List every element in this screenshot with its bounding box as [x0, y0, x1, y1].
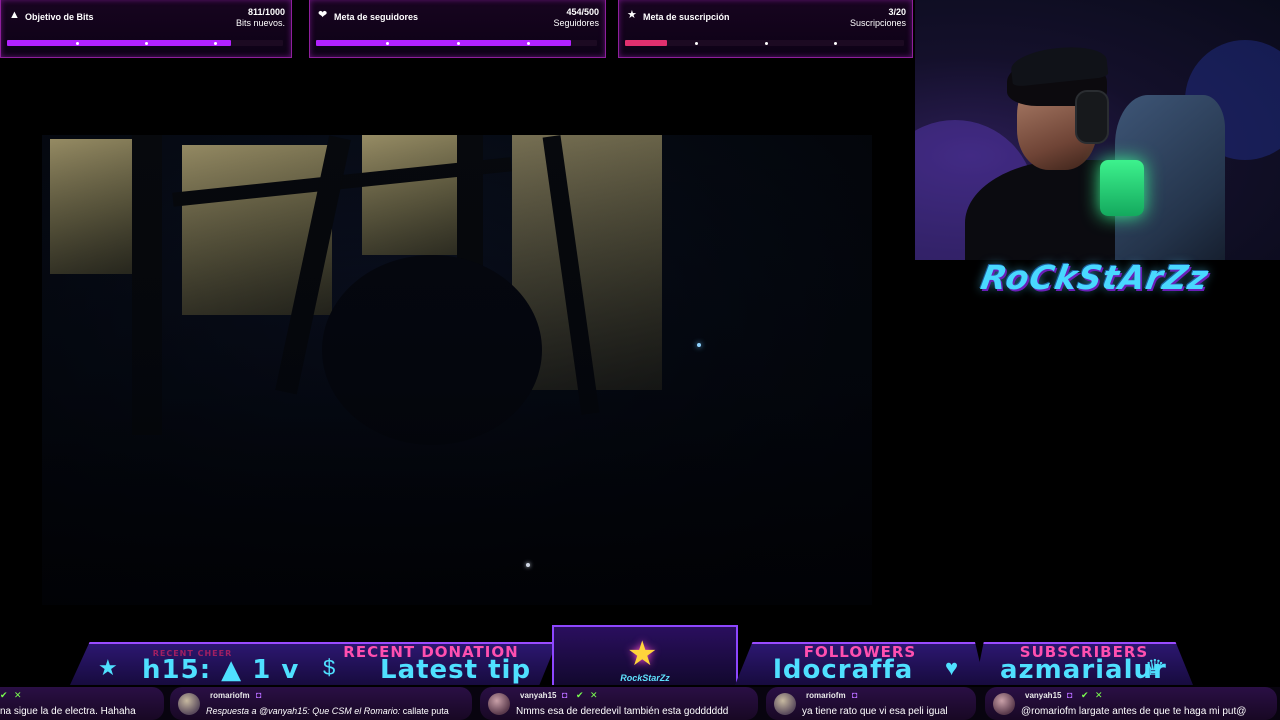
latest-subscriber-value: azmarialur: [1000, 655, 1167, 685]
subscribers-panel: SUBSCRIBERS azmarialur ♛: [975, 642, 1193, 685]
sub-badge-icon: ◘: [852, 690, 858, 700]
star-icon: ★: [627, 9, 637, 21]
heart-hands-icon: ❤: [318, 9, 328, 21]
bits-goal-title: Objetivo de Bits: [25, 12, 94, 22]
bits-triangle-icon: ▲: [9, 9, 20, 21]
chat-message-text: ya tiene rato que vi esa peli igual: [802, 706, 948, 717]
subscription-goal-widget: ★ Meta de suscripción 3/20 Suscripciones: [618, 0, 913, 58]
progress-marker: [76, 41, 79, 45]
channel-brand-logo: RoCkStArZz: [977, 258, 1212, 297]
light-spark: [697, 343, 701, 347]
check-badge-icon: ✔: [576, 690, 584, 700]
chat-username: romariofm: [210, 691, 250, 700]
bits-goal-progress-fill: [7, 40, 231, 46]
emblem-star-icon: ★: [627, 635, 658, 673]
sub-badge-icon: ◘: [256, 690, 262, 700]
channel-emblem: ★ RockStarZz: [552, 625, 738, 685]
check-badge-icon: ✔: [1081, 690, 1089, 700]
headphones-icon: [1075, 90, 1109, 144]
star-icon: ★: [98, 655, 118, 680]
chat-message: vanyah15 ◘ ✔ ✕ @romariofm largate antes …: [985, 687, 1277, 720]
subscription-goal-subtitle: Suscripciones: [849, 18, 906, 28]
followers-panel: FOLLOWERS ldocraffa ♥: [735, 642, 985, 685]
subscription-goal-count: 3/20: [888, 7, 906, 17]
chat-message: romariofm ◘ Respuesta a @vanyah15: Que C…: [170, 687, 472, 720]
chat-ticker: ✔ ✕ na sigue la de electra. Hahaha romar…: [0, 687, 1280, 720]
subscription-goal-progress-fill: [625, 40, 667, 46]
sword-badge-icon: ✕: [14, 690, 22, 700]
chat-username: vanyah15: [1025, 691, 1062, 700]
recent-cheer-value: h15: ▲ 1 v: [142, 655, 300, 685]
followers-goal-widget: ❤ Meta de seguidores 454/500 Seguidores: [309, 0, 606, 58]
green-mic-light: [1100, 160, 1144, 216]
coin-icon: $: [323, 655, 336, 680]
user-avatar: [178, 693, 200, 715]
followers-goal-count: 454/500: [566, 7, 599, 17]
light-spark: [526, 563, 530, 567]
progress-marker: [526, 41, 530, 45]
subscription-goal-progress-bar: [625, 40, 904, 46]
recent-donation-value: Latest tip: [380, 655, 532, 685]
stream-info-bar: RECENT CHEER ★ h15: ▲ 1 v RECENT DONATIO…: [0, 625, 1280, 685]
followers-goal-subtitle: Seguidores: [553, 18, 599, 28]
progress-marker: [694, 41, 698, 45]
followers-goal-progress-fill: [316, 40, 572, 46]
user-avatar: [774, 693, 796, 715]
latest-follower-value: ldocraffa: [773, 655, 914, 685]
chat-username: vanyah15: [520, 691, 557, 700]
darkness-overlay: [42, 135, 872, 605]
progress-marker: [764, 41, 768, 45]
sub-badge-icon: ◘: [562, 690, 568, 700]
subscription-goal-title: Meta de suscripción: [643, 12, 730, 22]
recent-cheer-panel: RECENT CHEER ★ h15: ▲ 1 v: [70, 642, 315, 685]
bits-goal-progress-bar: [7, 40, 283, 46]
reply-message: callate puta: [402, 706, 449, 716]
chat-message-text: na sigue la de electra. Hahaha: [0, 706, 136, 717]
chat-message: vanyah15 ◘ ✔ ✕ Nmms esa de deredevil tam…: [480, 687, 758, 720]
reply-context: Respuesta a @vanyah15: Que CSM el Romari…: [206, 706, 401, 716]
chat-message: romariofm ◘ ya tiene rato que vi esa pel…: [766, 687, 976, 720]
emblem-text: RockStarZz: [620, 673, 670, 683]
chat-message-text: Nmms esa de deredevil también esta goddd…: [516, 706, 729, 717]
recent-donation-panel: RECENT DONATION $ Latest tip: [305, 642, 557, 685]
heart-icon: ♥: [945, 655, 959, 680]
sub-badge-icon: ◘: [1067, 690, 1073, 700]
progress-marker: [386, 41, 390, 45]
bits-goal-subtitle: Bits nuevos.: [235, 18, 285, 28]
chat-message-text: Respuesta a @vanyah15: Que CSM el Romari…: [206, 706, 449, 716]
user-avatar: [993, 693, 1015, 715]
user-avatar: [488, 693, 510, 715]
check-badge-icon: ✔: [0, 690, 8, 700]
progress-marker: [456, 41, 460, 45]
game-video-feed: [42, 135, 872, 605]
chat-message-text: @romariofm largate antes de que te haga …: [1021, 706, 1247, 717]
chat-message: ✔ ✕ na sigue la de electra. Hahaha: [0, 687, 164, 720]
followers-goal-progress-bar: [316, 40, 597, 46]
progress-marker: [145, 41, 148, 45]
sword-badge-icon: ✕: [1095, 690, 1103, 700]
followers-goal-title: Meta de seguidores: [334, 12, 419, 22]
streamer-webcam: [915, 0, 1280, 260]
trophy-icon: ♛: [1145, 655, 1165, 680]
bits-goal-count: 811/1000: [247, 7, 285, 17]
bits-goal-widget: ▲ Objetivo de Bits 811/1000 Bits nuevos.: [0, 0, 292, 58]
chat-username: romariofm: [806, 691, 846, 700]
sword-badge-icon: ✕: [590, 690, 598, 700]
progress-marker: [834, 41, 838, 45]
progress-marker: [214, 41, 217, 45]
